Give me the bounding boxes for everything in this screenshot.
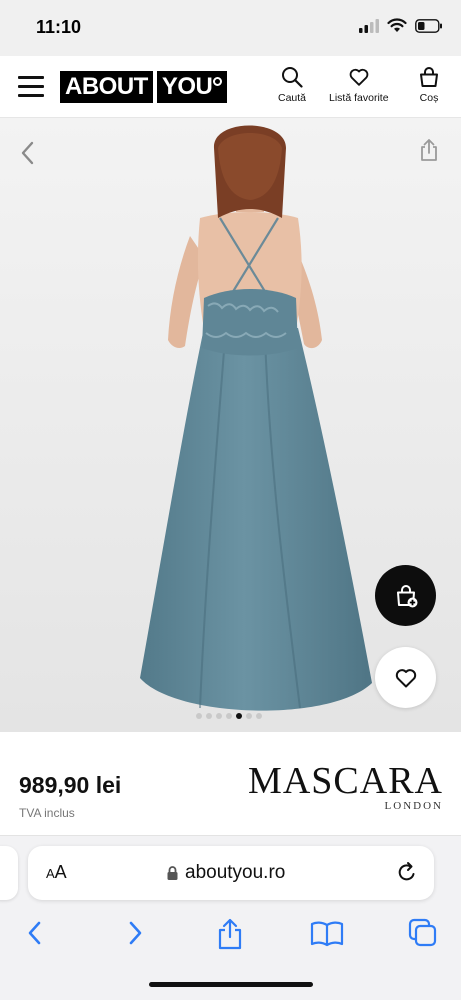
browser-bottom-bar: AA aboutyou.ro bbox=[0, 836, 461, 1000]
previous-tab-preview[interactable] bbox=[0, 846, 18, 900]
cart-button[interactable]: Coș bbox=[418, 66, 440, 104]
shopping-bag-icon bbox=[420, 67, 438, 87]
cellular-signal-icon bbox=[359, 18, 379, 33]
carousel-dot-active[interactable] bbox=[236, 713, 242, 719]
heart-outline-icon bbox=[395, 668, 416, 687]
url-text: aboutyou.ro bbox=[185, 862, 286, 883]
lock-icon bbox=[167, 866, 178, 880]
add-to-bag-button[interactable] bbox=[375, 565, 436, 626]
back-arrow-icon[interactable] bbox=[24, 918, 46, 953]
share-icon[interactable] bbox=[419, 138, 439, 167]
carousel-dot[interactable] bbox=[246, 713, 252, 719]
product-price: 989,90 lei bbox=[19, 772, 122, 798]
add-to-bag-icon bbox=[396, 584, 417, 607]
heart-icon bbox=[349, 68, 369, 86]
forward-arrow-icon[interactable] bbox=[124, 918, 146, 953]
wifi-icon bbox=[387, 18, 407, 32]
carousel-dot[interactable] bbox=[226, 713, 232, 719]
search-button[interactable]: Caută bbox=[278, 66, 306, 104]
tabs-overview-icon[interactable] bbox=[408, 918, 438, 953]
product-photo bbox=[0, 118, 461, 732]
share-sheet-icon[interactable] bbox=[216, 918, 244, 955]
battery-icon bbox=[415, 18, 442, 33]
carousel-dot[interactable] bbox=[206, 713, 212, 719]
back-chevron-icon[interactable] bbox=[18, 140, 38, 171]
vat-note: TVA inclus bbox=[19, 806, 75, 820]
wishlist-label: Listă favorite bbox=[329, 92, 389, 104]
product-image-carousel[interactable] bbox=[0, 118, 461, 732]
search-icon bbox=[282, 67, 303, 88]
logo-part-about: ABOUT bbox=[60, 71, 153, 103]
brand-logo[interactable]: MASCARA LONDON bbox=[248, 762, 443, 812]
carousel-dot[interactable] bbox=[256, 713, 262, 719]
hamburger-menu-icon[interactable] bbox=[18, 76, 44, 98]
brand-name: MASCARA bbox=[248, 760, 443, 802]
carousel-dots[interactable] bbox=[196, 713, 262, 719]
status-bar: 11:10 bbox=[0, 0, 461, 56]
address-bar[interactable]: AA aboutyou.ro bbox=[28, 846, 434, 900]
reader-aa-button[interactable]: AA bbox=[46, 862, 67, 883]
browser-toolbar bbox=[0, 912, 461, 956]
status-icons bbox=[359, 18, 443, 33]
add-to-wishlist-button[interactable] bbox=[375, 647, 436, 708]
search-label: Caută bbox=[278, 92, 307, 104]
home-indicator[interactable] bbox=[149, 982, 313, 987]
about-you-logo[interactable]: ABOUT YOU bbox=[60, 71, 228, 103]
status-time: 11:10 bbox=[36, 17, 82, 37]
carousel-dot[interactable] bbox=[196, 713, 202, 719]
price-section: 989,90 lei TVA inclus MASCARA LONDON bbox=[0, 732, 461, 836]
cart-label: Coș bbox=[419, 92, 439, 104]
bookmarks-icon[interactable] bbox=[310, 918, 344, 953]
wishlist-button[interactable]: Listă favorite bbox=[329, 66, 389, 104]
app-header: ABOUT YOU Caută Listă favorite Coș bbox=[0, 56, 461, 118]
logo-part-you: YOU bbox=[156, 71, 228, 103]
url-display[interactable]: aboutyou.ro bbox=[166, 862, 285, 884]
reload-icon[interactable] bbox=[396, 860, 418, 889]
carousel-dot[interactable] bbox=[216, 713, 222, 719]
